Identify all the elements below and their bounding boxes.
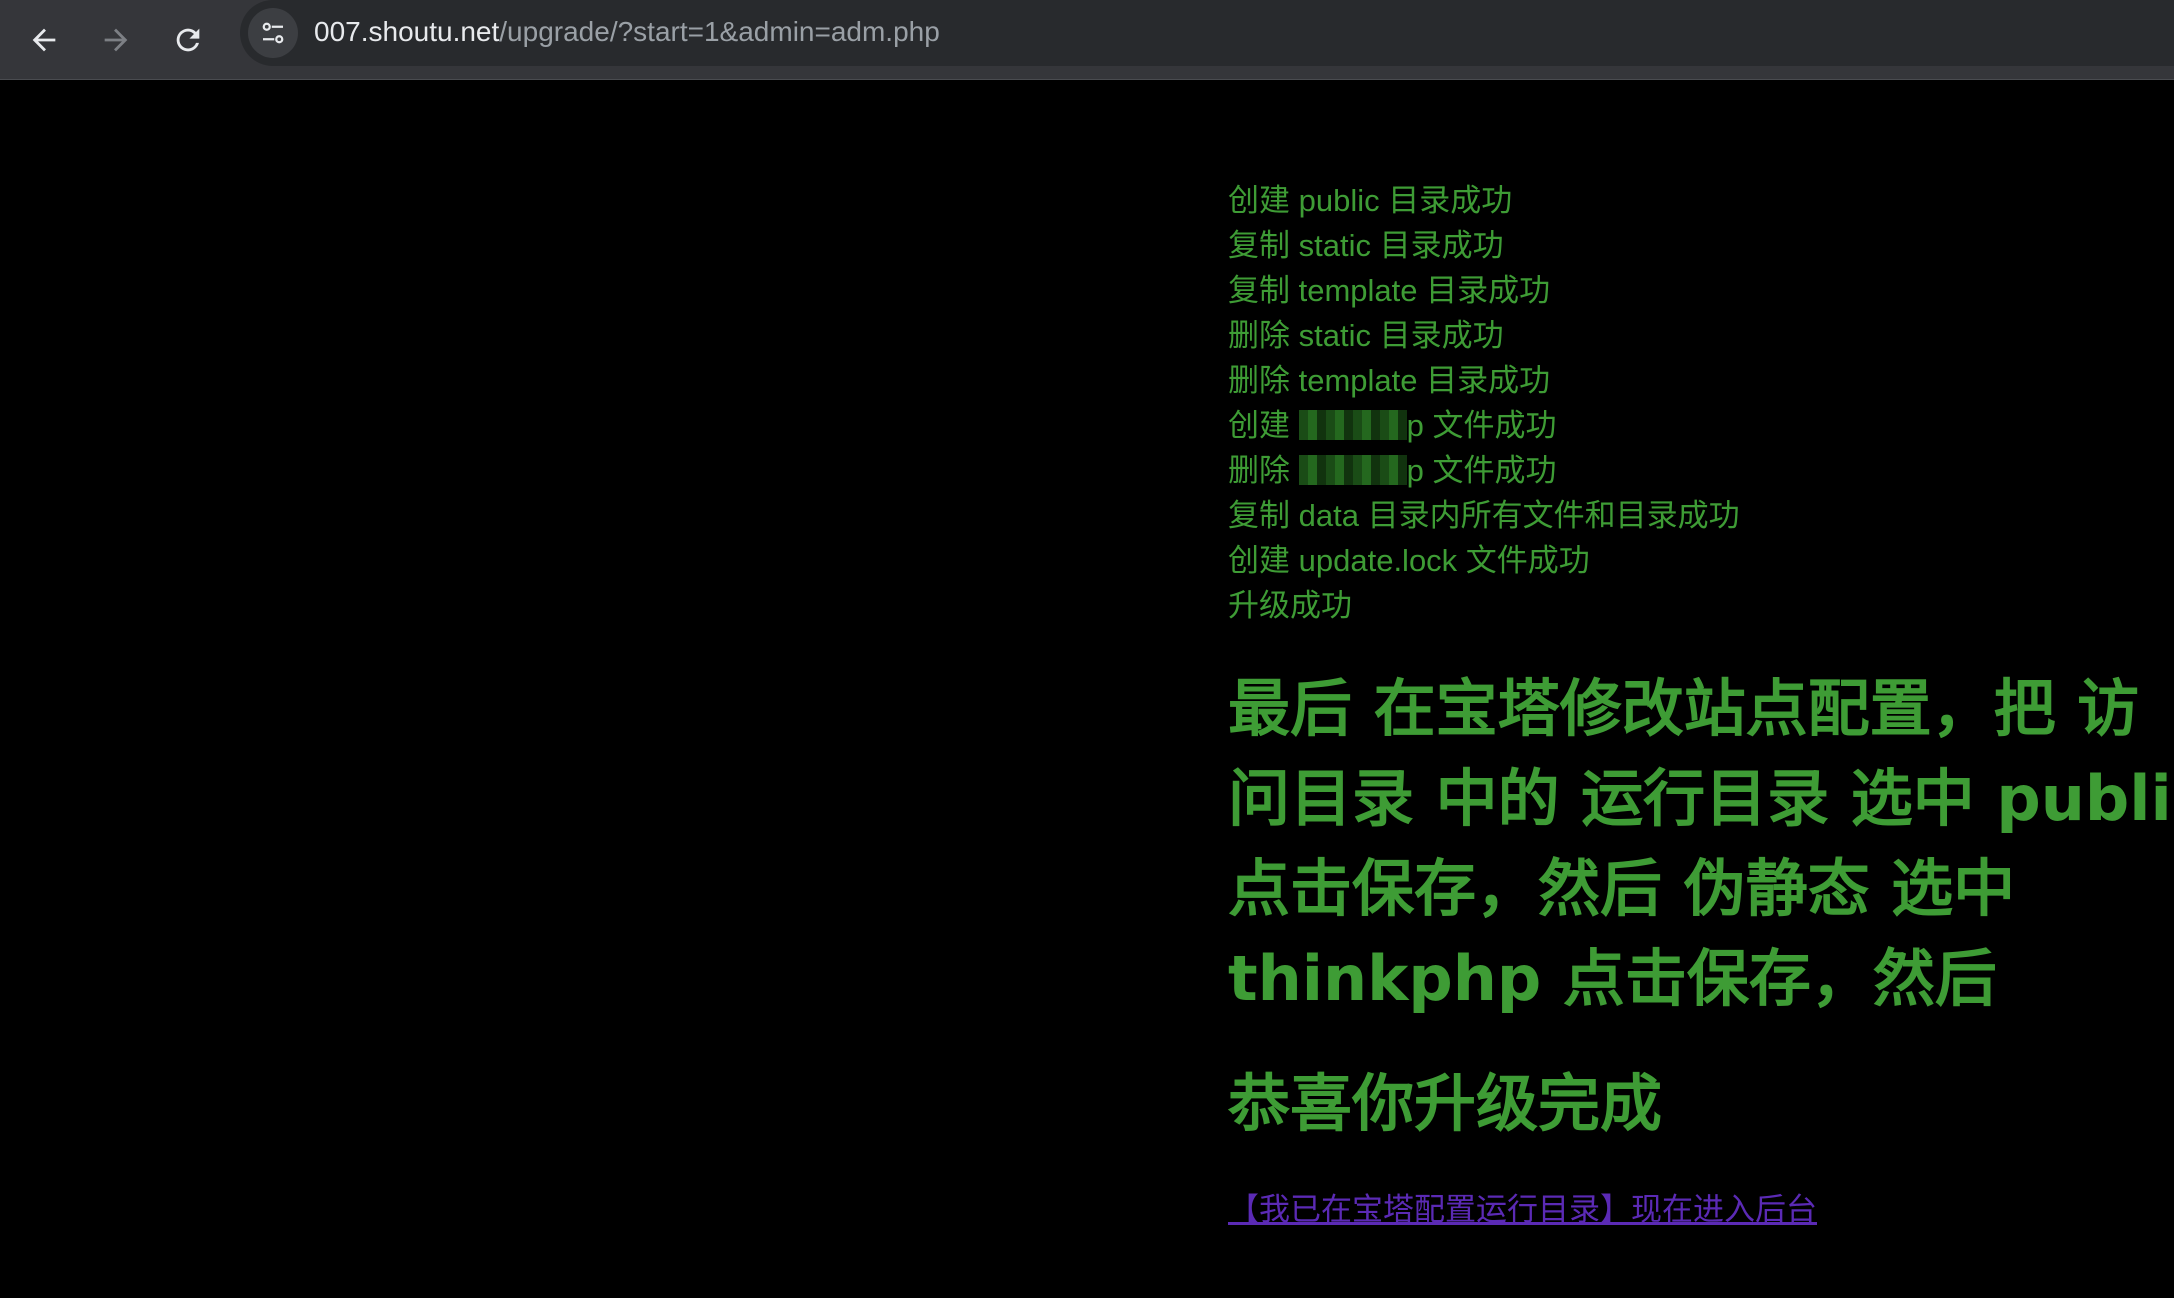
log-line: 删除 p 文件成功 [1228,453,1557,488]
log-line: 删除 template 目录成功 [1228,363,1551,398]
back-button[interactable] [16,12,72,68]
arrow-left-icon [32,28,56,52]
browser-toolbar: 007.shoutu.net/upgrade/?start=1&admin=ad… [0,0,2174,80]
reload-icon [176,28,200,52]
config-instructions: 最后 在宝塔修改站点配置，把 访 问目录 中的 运行目录 选中 public 点… [1228,664,2174,1024]
forward-button[interactable] [88,12,144,68]
log-line: 创建 public 目录成功 [1228,183,1513,218]
instruction-line: thinkphp 点击保存，然后 [1228,942,1997,1015]
log-line: 升级成功 [1228,588,1352,623]
tune-icon [262,22,284,44]
upgrade-log: 创建 public 目录成功 复制 static 目录成功 复制 templat… [1228,178,2174,628]
upgrade-result: 创建 public 目录成功 复制 static 目录成功 复制 templat… [1228,178,2174,1230]
log-line: 删除 static 目录成功 [1228,318,1504,353]
address-bar[interactable]: 007.shoutu.net/upgrade/?start=1&admin=ad… [240,0,2174,66]
log-line: 创建 p 文件成功 [1228,408,1557,443]
enter-admin-link[interactable]: 【我已在宝塔配置运行目录】现在进入后台 [1228,1190,1817,1230]
arrow-right-icon [104,28,128,52]
instruction-line: 点击保存，然后 伪静态 选中 [1228,852,2016,925]
url-host: 007.shoutu.net [314,16,500,47]
site-info-button[interactable] [248,8,298,58]
instruction-line: 问目录 中的 运行目录 选中 public [1228,762,2174,835]
log-line: 创建 update.lock 文件成功 [1228,543,1590,578]
url-text[interactable]: 007.shoutu.net/upgrade/?start=1&admin=ad… [314,14,940,50]
redacted-filename [1298,410,1407,440]
log-line: 复制 static 目录成功 [1228,228,1504,263]
redacted-filename [1298,455,1407,485]
log-line: 复制 data 目录内所有文件和目录成功 [1228,498,1740,533]
congrats-heading: 恭喜你升级完成 [1228,1067,1663,1140]
url-path: /upgrade/?start=1&admin=adm.php [499,16,940,47]
log-line: 复制 template 目录成功 [1228,273,1551,308]
instruction-line: 最后 在宝塔修改站点配置，把 访 [1228,672,2140,745]
reload-button[interactable] [160,12,216,68]
